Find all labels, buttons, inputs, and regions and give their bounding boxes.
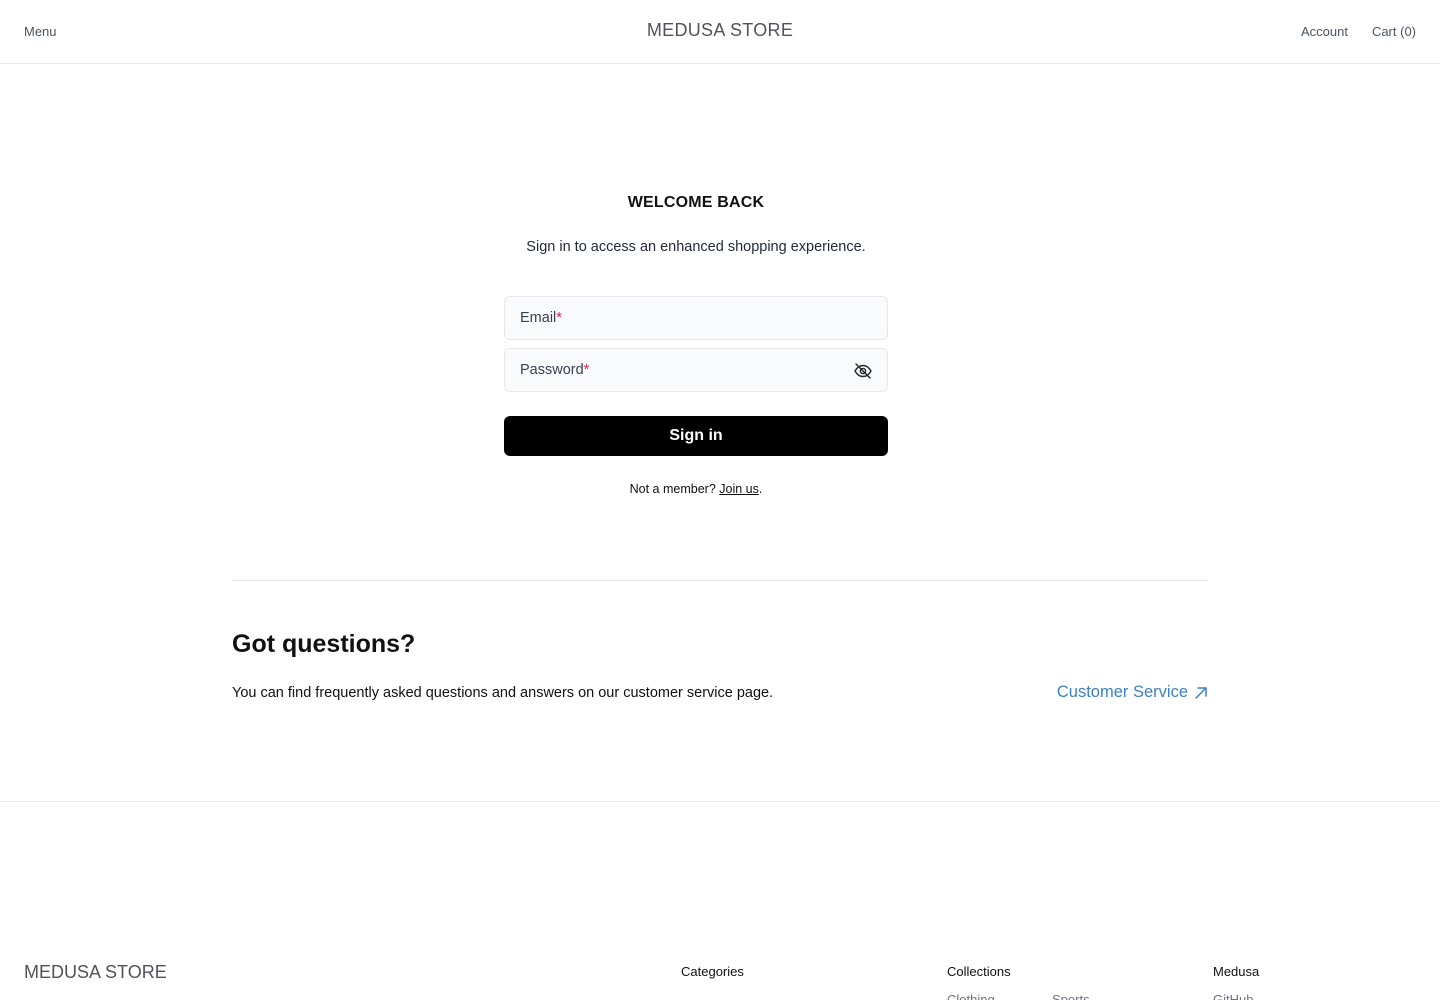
customer-service-link[interactable]: Customer Service <box>1057 683 1208 702</box>
required-mark: * <box>583 362 590 378</box>
brand-logo[interactable]: MEDUSA STORE <box>647 20 793 40</box>
period: . <box>758 482 763 496</box>
footer-link-sports[interactable]: Sports <box>1052 992 1090 1000</box>
faq-text: You can find frequently asked questions … <box>232 685 774 701</box>
email-field[interactable]: Email* <box>504 296 888 340</box>
login-subtitle: Sign in to access an enhanced shopping e… <box>526 239 866 255</box>
menu-button[interactable]: Menu <box>24 24 57 39</box>
footer-divider <box>0 801 1440 802</box>
cart-link[interactable]: Cart (0) <box>1372 24 1416 39</box>
password-field[interactable]: Password* <box>504 348 888 392</box>
arrow-up-right-icon <box>1195 686 1207 699</box>
footer-link-clothing[interactable]: Clothing <box>947 992 995 1000</box>
login-form: WELCOME BACK Sign in to access an enhanc… <box>504 190 888 496</box>
footer-collections-heading: Collections <box>947 964 1011 979</box>
footer-medusa-heading: Medusa <box>1213 964 1260 979</box>
join-prompt: Not a member? Join us. <box>504 482 888 496</box>
brand-logo-wrapper: MEDUSA STORE <box>0 20 1440 41</box>
required-mark: * <box>556 310 562 326</box>
not-member-text: Not a member? <box>629 482 716 496</box>
customer-service-label: Customer Service <box>1056 683 1188 701</box>
footer-link-github[interactable]: GitHub <box>1213 992 1253 1000</box>
faq-title: Got questions? <box>232 630 416 658</box>
email-label: Email* <box>520 310 562 326</box>
login-title: WELCOME BACK <box>627 194 765 211</box>
footer-categories-heading: Categories <box>681 964 744 979</box>
account-link[interactable]: Account <box>1301 24 1348 39</box>
footer-brand-logo[interactable]: MEDUSA STORE <box>24 962 167 983</box>
site-header: Menu MEDUSA STORE Account Cart (0) <box>0 0 1440 64</box>
eye-off-icon[interactable] <box>853 361 873 381</box>
password-label: Password* <box>520 362 590 378</box>
section-divider <box>232 580 1208 581</box>
sign-in-button[interactable]: Sign in <box>504 416 888 456</box>
join-us-link[interactable]: Join us <box>719 482 759 496</box>
